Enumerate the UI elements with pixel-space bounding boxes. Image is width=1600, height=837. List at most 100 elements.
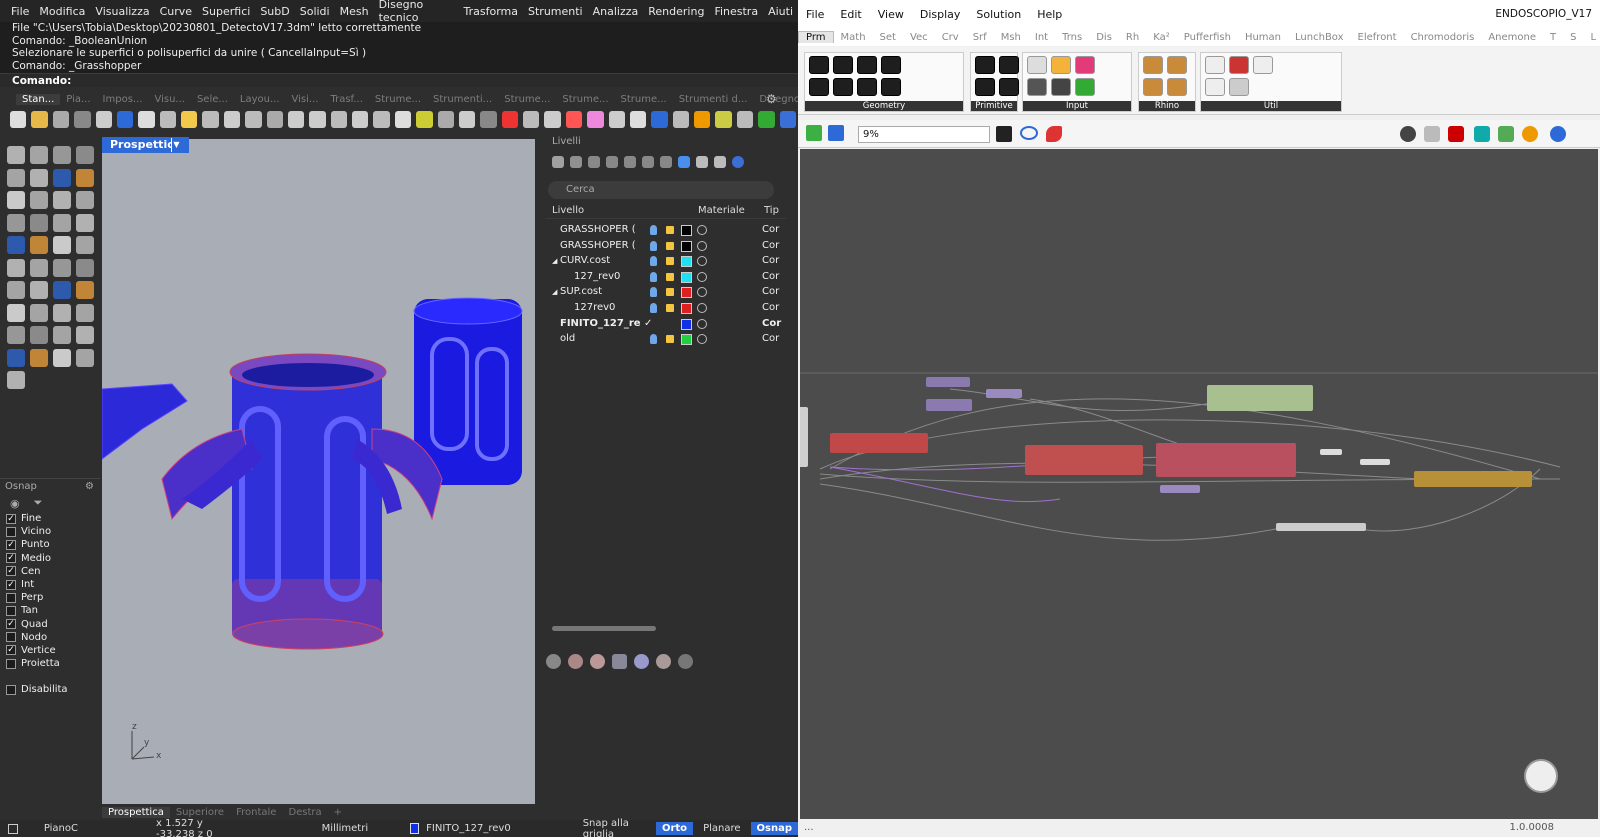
tool-icon[interactable] <box>76 191 94 209</box>
tool-icon[interactable] <box>53 213 71 232</box>
menu-item[interactable]: Solidi <box>295 5 335 18</box>
material-icon[interactable] <box>697 225 707 235</box>
gh-component-icon[interactable] <box>1051 78 1071 96</box>
new-sublayer-icon[interactable] <box>570 156 582 168</box>
layer-row[interactable]: FINITO_127_re ✓ Cor <box>546 316 782 332</box>
eye-icon[interactable]: ◉ <box>10 497 20 510</box>
layer-color-swatch[interactable] <box>681 303 692 314</box>
gh-menu-item[interactable]: View <box>870 8 912 21</box>
preview-shaded-icon[interactable] <box>1424 126 1440 142</box>
material-icon[interactable] <box>697 334 707 345</box>
gh-tab[interactable]: Human <box>1238 32 1288 43</box>
gh-tab[interactable]: Dis <box>1089 32 1119 43</box>
filter-icon[interactable] <box>678 156 690 168</box>
toolbar-tab[interactable]: Strume... <box>556 94 614 105</box>
tool-icon[interactable] <box>30 168 48 187</box>
osnap-item[interactable]: ✓ Fine <box>0 512 100 525</box>
layer-row[interactable]: 127_rev0 Cor <box>546 269 782 285</box>
gh-component-icon[interactable] <box>881 56 901 74</box>
layer-color-swatch[interactable] <box>681 271 692 283</box>
menu-item[interactable]: Analizza <box>588 5 644 18</box>
material-icon[interactable] <box>697 240 707 251</box>
tool-icon[interactable] <box>7 281 25 299</box>
lock-icon[interactable] <box>666 288 674 297</box>
viewport-tab[interactable]: Superiore <box>170 807 230 818</box>
gh-tab[interactable]: T <box>1543 32 1563 43</box>
gh-tab[interactable]: Anemone <box>1481 32 1543 43</box>
toolbar-tab[interactable]: Pia... <box>60 94 96 105</box>
bulb-icon[interactable] <box>650 225 657 235</box>
gh-component-icon[interactable] <box>1143 56 1163 74</box>
move-up-icon[interactable] <box>624 156 636 168</box>
bulb-icon[interactable] <box>650 303 657 313</box>
gh-menu-item[interactable]: Edit <box>832 8 869 21</box>
tool-icon[interactable] <box>7 348 25 367</box>
tool-icon[interactable] <box>76 168 94 187</box>
tool-icon[interactable] <box>7 326 25 344</box>
layer-row[interactable]: ◢ CURV.cost Cor <box>546 253 782 269</box>
viewport-tab[interactable]: Frontale <box>230 807 282 818</box>
material-icon[interactable] <box>544 110 561 128</box>
menu-item[interactable]: Strumenti <box>523 5 588 18</box>
tool-icon[interactable] <box>76 146 94 164</box>
tool-icon[interactable] <box>76 236 94 254</box>
toolbar-tab[interactable]: Strume... <box>498 94 556 105</box>
osnap-item[interactable]: Perp <box>0 591 100 604</box>
tool-icon[interactable] <box>53 303 71 322</box>
gh-tab[interactable]: Math <box>834 32 873 43</box>
osnap-item[interactable]: ✓ Int <box>0 578 100 591</box>
osnap-item[interactable]: ✓ Quad <box>0 618 100 631</box>
gh-component-icon[interactable] <box>1075 78 1095 96</box>
layer-row[interactable]: old Cor <box>546 331 782 347</box>
gh-component-icon[interactable] <box>1253 56 1273 74</box>
zoom-icon[interactable] <box>245 110 262 128</box>
menu-item[interactable]: Aiuti <box>763 5 798 18</box>
globe-icon[interactable] <box>694 110 711 128</box>
expand-icon[interactable]: ◢ <box>552 284 557 300</box>
snap-icon[interactable] <box>416 110 433 128</box>
light-icon[interactable] <box>437 110 454 128</box>
car-icon[interactable] <box>394 110 412 128</box>
bake-icon[interactable] <box>1474 126 1490 142</box>
gh-component-icon[interactable] <box>881 78 901 96</box>
gh-component[interactable] <box>926 399 972 411</box>
render-icon[interactable] <box>546 654 561 669</box>
tool-icon[interactable] <box>76 348 94 367</box>
gh-menu-item[interactable]: Solution <box>968 8 1029 21</box>
gh-component-icon[interactable] <box>1143 78 1163 96</box>
checkbox[interactable]: ✓ <box>6 539 16 550</box>
osnap-item[interactable]: ✓ Vertice <box>0 644 100 657</box>
chevron-down-icon[interactable]: ▼ <box>171 138 181 152</box>
tool-icon[interactable] <box>7 258 25 277</box>
gh-component-icon[interactable] <box>1167 56 1187 74</box>
preview-wire-icon[interactable] <box>1400 126 1416 142</box>
gh-component-icon[interactable] <box>1229 56 1249 74</box>
zoom-extents-icon[interactable] <box>287 110 305 128</box>
layer-row[interactable]: GRASSHOPER (Cor <box>546 238 782 254</box>
horizontal-scrollbar[interactable] <box>552 626 656 631</box>
layer-row[interactable]: GRASSHOPER (Cor <box>546 222 782 238</box>
zoom-dropdown[interactable]: 9% <box>858 126 990 143</box>
bulb-icon[interactable] <box>650 334 657 345</box>
gh-component[interactable] <box>1320 449 1342 455</box>
gh-menu-item[interactable]: Help <box>1029 8 1070 21</box>
tool-icon[interactable] <box>30 258 48 277</box>
tool-icon[interactable] <box>30 348 48 367</box>
viewport-tab[interactable]: Destra <box>282 807 327 818</box>
checkbox[interactable] <box>6 684 16 695</box>
command-prompt[interactable]: Comando: <box>0 73 798 87</box>
tool-icon[interactable] <box>7 191 25 209</box>
menu-item[interactable]: Mesh <box>335 5 374 18</box>
viewports-icon[interactable] <box>352 110 369 128</box>
save-icon[interactable] <box>828 125 844 141</box>
gh-tab[interactable]: LunchBox <box>1288 32 1351 43</box>
gh-component-icon[interactable] <box>1051 56 1071 74</box>
sun-icon[interactable] <box>656 654 671 669</box>
mesh-settings-icon[interactable] <box>1498 126 1514 142</box>
tool-icon[interactable] <box>30 281 48 299</box>
layer-search-input[interactable]: Cerca <box>548 181 774 199</box>
tool-icon[interactable] <box>53 191 71 209</box>
menu-item[interactable]: Visualizza <box>90 5 154 18</box>
gh-tab[interactable]: Ka² <box>1146 32 1177 43</box>
tool-icon[interactable] <box>76 258 94 277</box>
